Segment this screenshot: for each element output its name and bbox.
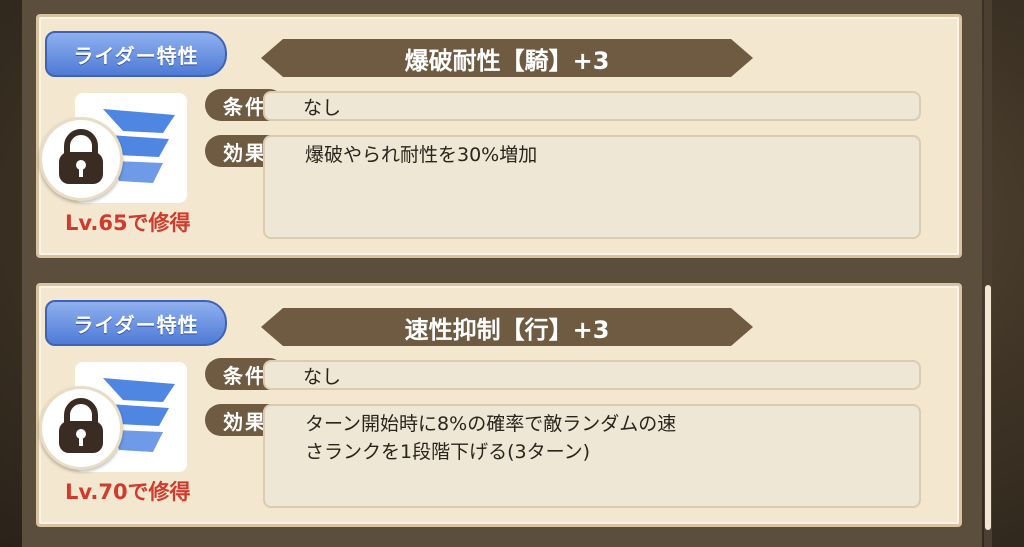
effect-box: 爆破やられ耐性を30%増加 [263,135,921,239]
lock-icon [39,117,123,201]
trait-card: ライダー特性 爆破耐性【騎】+3 Lv.65で修得 条件 なし 効果 爆破やられ… [36,14,962,258]
effect-text: 爆破やられ耐性を30%増加 [305,144,538,166]
scrollbar-thumb[interactable] [985,285,991,530]
effect-text: ターン開始時に8%の確率で敵ランダムの速 さランクを1段階下げる(3ターン) [305,413,677,463]
trait-name-banner: 爆破耐性【騎】+3 [261,39,753,77]
condition-value: なし [263,360,921,390]
effect-box: ターン開始時に8%の確率で敵ランダムの速 さランクを1段階下げる(3ターン) [263,404,921,508]
unlock-level-label: Lv.65で修得 [65,211,191,235]
rider-trait-badge: ライダー特性 [45,31,227,77]
trait-card: ライダー特性 速性抑制【行】+3 Lv.70で修得 条件 なし 効果 ターン開始… [36,283,962,527]
lock-icon [39,386,123,470]
rider-trait-badge: ライダー特性 [45,300,227,346]
trait-name-banner: 速性抑制【行】+3 [261,308,753,346]
unlock-level-label: Lv.70で修得 [65,480,191,504]
condition-value: なし [263,91,921,121]
